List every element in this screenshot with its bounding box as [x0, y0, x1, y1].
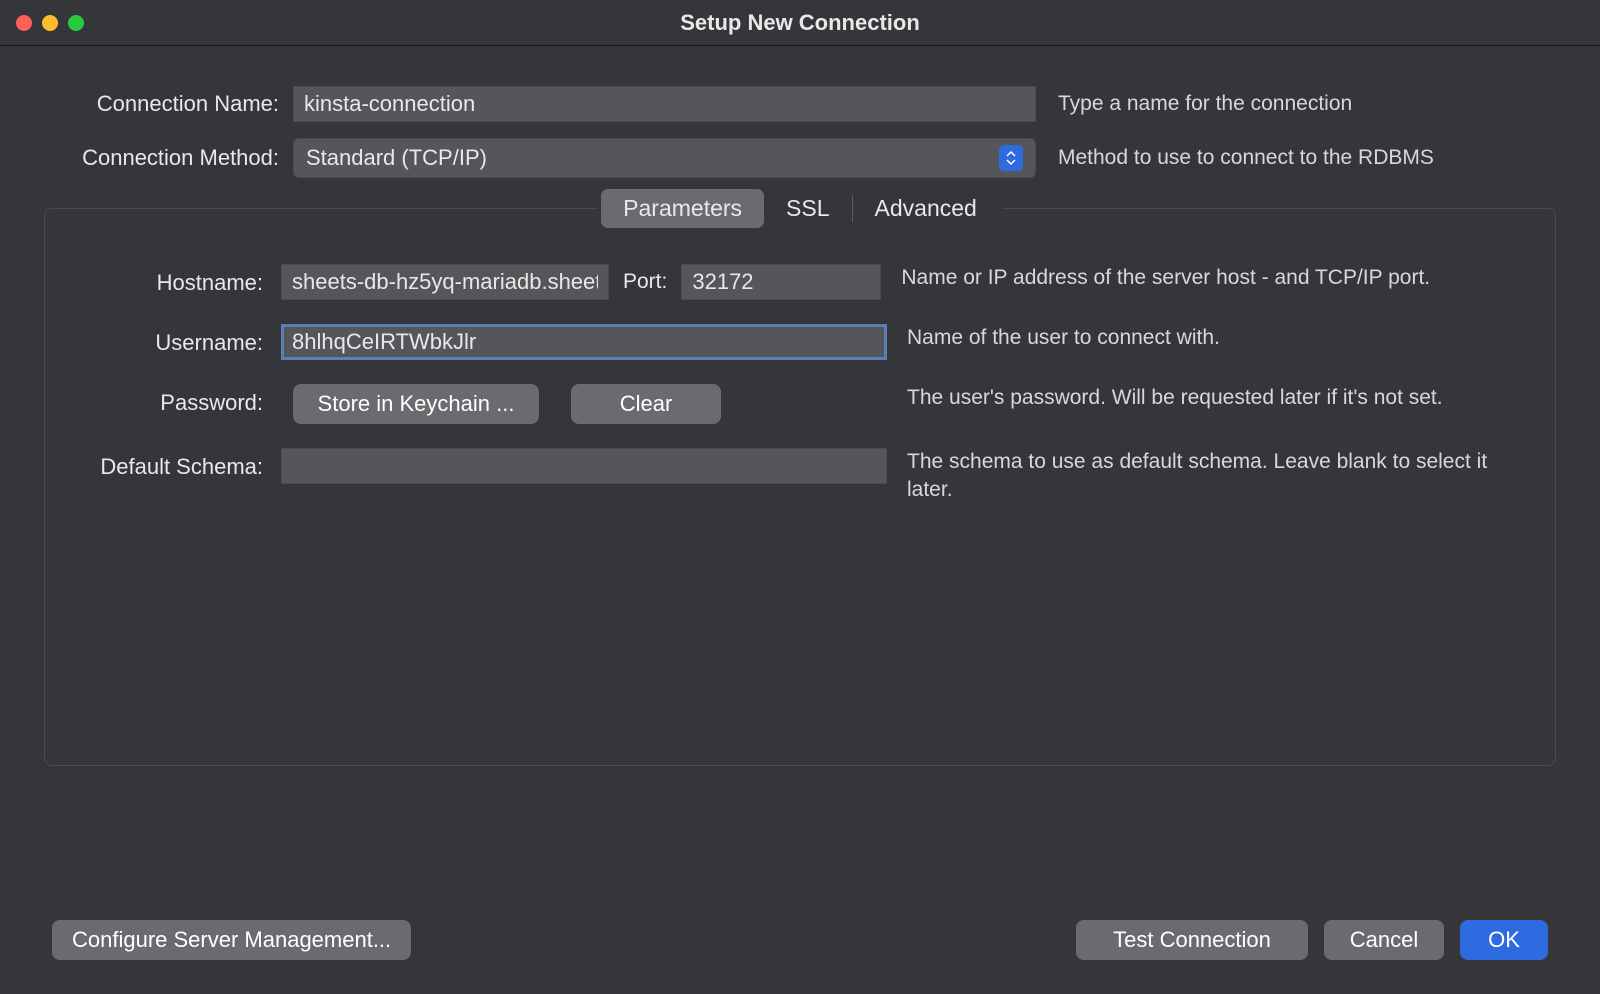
tab-advanced[interactable]: Advanced [853, 189, 999, 228]
configure-server-button[interactable]: Configure Server Management... [52, 920, 411, 960]
footer-right: Test Connection Cancel OK [1076, 920, 1548, 960]
hostname-input[interactable] [281, 264, 609, 300]
password-label: Password: [81, 384, 281, 416]
hostname-hint: Name or IP address of the server host - … [901, 264, 1519, 292]
store-keychain-button[interactable]: Store in Keychain ... [293, 384, 539, 424]
hostname-row: Hostname: Port: Name or IP address of th… [81, 264, 1519, 300]
connection-method-dropdown[interactable]: Standard (TCP/IP) [293, 138, 1036, 178]
test-connection-button[interactable]: Test Connection [1076, 920, 1308, 960]
connection-name-row: Connection Name: Type a name for the con… [44, 86, 1556, 122]
username-hint: Name of the user to connect with. [907, 324, 1519, 352]
schema-row: Default Schema: The schema to use as def… [81, 448, 1519, 505]
username-input[interactable] [281, 324, 887, 360]
schema-hint: The schema to use as default schema. Lea… [907, 448, 1519, 505]
tab-parameters[interactable]: Parameters [601, 189, 764, 228]
connection-method-hint: Method to use to connect to the RDBMS [1058, 144, 1434, 171]
username-label: Username: [81, 324, 281, 356]
connection-method-label: Connection Method: [44, 145, 293, 171]
connection-method-row: Connection Method: Standard (TCP/IP) Met… [44, 138, 1556, 178]
minimize-window-button[interactable] [42, 15, 58, 31]
close-window-button[interactable] [16, 15, 32, 31]
connection-method-value: Standard (TCP/IP) [306, 145, 487, 171]
tab-group: Parameters SSL Advanced [597, 189, 1003, 228]
window-title: Setup New Connection [0, 10, 1600, 36]
dialog-content: Connection Name: Type a name for the con… [0, 46, 1600, 796]
schema-input[interactable] [281, 448, 887, 484]
ok-button[interactable]: OK [1460, 920, 1548, 960]
port-label: Port: [623, 270, 667, 294]
tab-bar: Parameters SSL Advanced [45, 189, 1555, 228]
password-hint: The user's password. Will be requested l… [907, 384, 1519, 412]
traffic-lights [16, 15, 84, 31]
port-input[interactable] [681, 264, 881, 300]
dialog-footer: Configure Server Management... Test Conn… [52, 920, 1548, 960]
clear-password-button[interactable]: Clear [571, 384, 721, 424]
parameters-panel: Parameters SSL Advanced Hostname: Port: … [44, 208, 1556, 766]
cancel-button[interactable]: Cancel [1324, 920, 1444, 960]
tab-ssl[interactable]: SSL [764, 189, 851, 228]
hostname-label: Hostname: [81, 264, 281, 296]
connection-name-label: Connection Name: [44, 91, 293, 117]
connection-name-input[interactable] [293, 86, 1036, 122]
parameters-form: Hostname: Port: Name or IP address of th… [45, 264, 1555, 505]
connection-name-hint: Type a name for the connection [1058, 90, 1352, 117]
username-row: Username: Name of the user to connect wi… [81, 324, 1519, 360]
titlebar: Setup New Connection [0, 0, 1600, 46]
password-row: Password: Store in Keychain ... Clear Th… [81, 384, 1519, 424]
maximize-window-button[interactable] [68, 15, 84, 31]
schema-label: Default Schema: [81, 448, 281, 480]
dropdown-arrow-icon [999, 145, 1023, 171]
